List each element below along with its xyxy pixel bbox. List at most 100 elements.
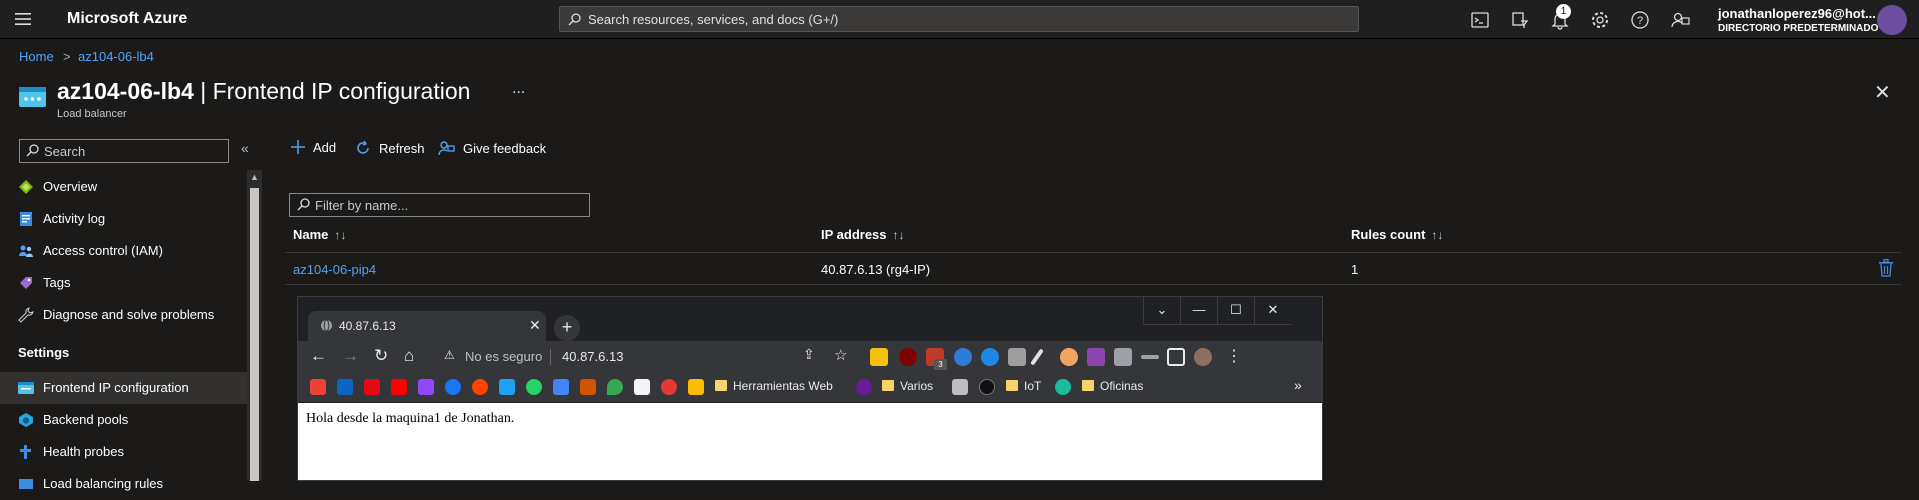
bookmark-outlook-icon[interactable] [337,379,353,395]
sidebar-item-activity-log[interactable]: Activity log [0,203,247,235]
close-blade-button[interactable]: ✕ [1874,80,1891,105]
new-tab-button[interactable]: + [554,315,580,341]
add-button[interactable]: Add [291,140,336,155]
sidebar-item-diagnose[interactable]: Diagnose and solve problems [0,299,247,331]
collapse-sidebar-button[interactable]: « [241,140,249,156]
maximize-button[interactable]: ☐ [1217,297,1254,325]
extension-shazam-icon[interactable] [981,348,999,366]
more-bookmarks-button[interactable]: » [1294,377,1302,393]
reload-icon[interactable]: ↻ [374,346,388,366]
bookmark-folder-oficinas[interactable]: Oficinas [1082,379,1143,393]
sidebar-search-input[interactable]: Search [19,139,229,163]
row-name-link[interactable]: az104-06-pip4 [293,262,376,277]
bookmark-netflix-icon[interactable] [364,379,380,395]
sort-icon[interactable]: ↑↓ [334,228,346,242]
bookmark-youtube-icon[interactable] [391,379,407,395]
directory-filter-icon[interactable] [1509,9,1531,31]
bookmark-drive-icon[interactable] [688,379,704,395]
back-arrow-icon[interactable]: ← [310,346,327,366]
extension-fox-icon[interactable] [1060,348,1078,366]
scroll-up-arrow-icon[interactable]: ▲ [250,172,259,182]
sort-icon[interactable]: ↑↓ [893,228,905,242]
sidebar-item-lb-rules[interactable]: Load balancing rules [0,468,247,500]
close-window-button[interactable]: ✕ [1254,297,1291,325]
folder-icon [1006,380,1018,391]
account-directory[interactable]: DIRECTORIO PREDETERMINADO ... [1718,23,1890,34]
extension-pen-icon[interactable] [1030,348,1044,366]
column-header-ip-address[interactable]: IP address ↑↓ [821,227,905,242]
column-header-name[interactable]: Name ↑↓ [293,227,346,242]
column-header-rules-count[interactable]: Rules count ↑↓ [1351,227,1443,242]
help-icon[interactable]: ? [1629,9,1651,31]
bookmark-app-icon[interactable] [580,379,596,395]
home-icon[interactable]: ⌂ [404,346,414,366]
breadcrumb-resource-link[interactable]: az104-06-lb4 [78,49,154,64]
iam-users-icon [19,245,33,257]
bookmark-maps-icon[interactable] [607,379,623,395]
sidebar-item-health-probes[interactable]: Health probes [0,436,247,468]
address-bar[interactable]: ⚠ No es seguro 40.87.6.13 [438,345,738,369]
bookmark-amazon-icon[interactable] [634,379,650,395]
bookmark-twitch-icon[interactable] [418,379,434,395]
bookmark-purple-icon[interactable] [856,379,872,395]
refresh-button[interactable]: Refresh [355,140,425,156]
extension-purple-icon[interactable] [1087,348,1105,366]
extension-keep-icon[interactable] [870,348,888,366]
sidebar-item-overview[interactable]: Overview [0,171,247,203]
cloud-shell-icon[interactable] [1469,9,1491,31]
sidebar-item-access-control[interactable]: Access control (IAM) [0,235,247,267]
search-icon [26,144,39,157]
filter-by-name-input[interactable]: Filter by name... [289,193,590,217]
frontend-ip-icon [18,382,34,394]
close-tab-button[interactable]: ✕ [529,317,541,334]
media-control-icon[interactable] [1141,355,1159,359]
bookmark-whatsapp-icon[interactable] [526,379,542,395]
bookmark-reddit-icon[interactable] [472,379,488,395]
bookmark-folder-herramientas[interactable]: Herramientas Web [715,379,833,393]
settings-gear-icon[interactable] [1589,9,1611,31]
bookmark-folder-iot[interactable]: IoT [1006,379,1041,393]
extension-wave-icon[interactable] [954,348,972,366]
bookmark-mega-icon[interactable] [661,379,677,395]
bookmark-translate-icon[interactable] [553,379,569,395]
sidebar-item-frontend-ip[interactable]: Frontend IP configuration [0,372,247,404]
security-label[interactable]: No es seguro [465,349,542,364]
sidebar-item-backend-pools[interactable]: Backend pools [0,404,247,436]
browser-tab[interactable]: 40.87.6.13 ✕ [308,311,546,341]
bookmark-cube-icon[interactable] [952,379,968,395]
global-search-input[interactable]: Search resources, services, and docs (G+… [559,6,1359,32]
sidebar-scrollbar-thumb[interactable] [250,188,259,481]
bookmark-github-icon[interactable] [979,379,995,395]
minimize-button[interactable]: — [1180,297,1217,325]
tab-search-button[interactable]: ⌄ [1143,297,1180,325]
bookmark-star-icon[interactable]: ☆ [834,346,847,364]
browser-menu-icon[interactable]: ⋮ [1226,346,1242,366]
sidebar-item-tags[interactable]: Tags [0,267,247,299]
bookmark-folder-varios[interactable]: Varios [882,379,933,393]
portal-brand[interactable]: Microsoft Azure [67,10,187,28]
bookmark-s-icon[interactable] [1055,379,1071,395]
sidebar-item-label: Health probes [43,444,124,459]
warning-icon[interactable]: ⚠ [444,348,455,362]
breadcrumb-home-link[interactable]: Home [19,49,54,64]
extension-ublock-icon[interactable] [899,348,917,366]
menu-icon[interactable] [14,10,32,28]
more-actions-button[interactable]: ... [512,80,525,98]
account-user-name[interactable]: jonathanloperez96@hot... [1718,6,1876,21]
side-panel-icon[interactable] [1167,348,1185,366]
bookmark-facebook-icon[interactable] [445,379,461,395]
profile-avatar[interactable] [1194,348,1212,366]
give-feedback-button[interactable]: Give feedback [438,140,546,156]
url-text[interactable]: 40.87.6.13 [562,349,623,364]
extensions-puzzle-icon[interactable] [1114,348,1132,366]
sort-icon[interactable]: ↑↓ [1431,228,1443,242]
bookmark-gmail-icon[interactable] [310,379,326,395]
share-icon[interactable]: ⇪ [803,346,815,363]
feedback-icon[interactable] [1669,9,1691,31]
extension-ghost-icon[interactable] [1008,348,1026,366]
delete-trash-icon[interactable] [1878,259,1894,277]
bookmark-twitter-icon[interactable] [499,379,515,395]
forward-arrow-icon[interactable]: → [342,346,359,366]
avatar[interactable] [1877,5,1907,35]
browser-window[interactable]: 40.87.6.13 ✕ + ⌄ — ☐ ✕ ← → ↻ ⌂ ⚠ No es s… [297,296,1323,481]
